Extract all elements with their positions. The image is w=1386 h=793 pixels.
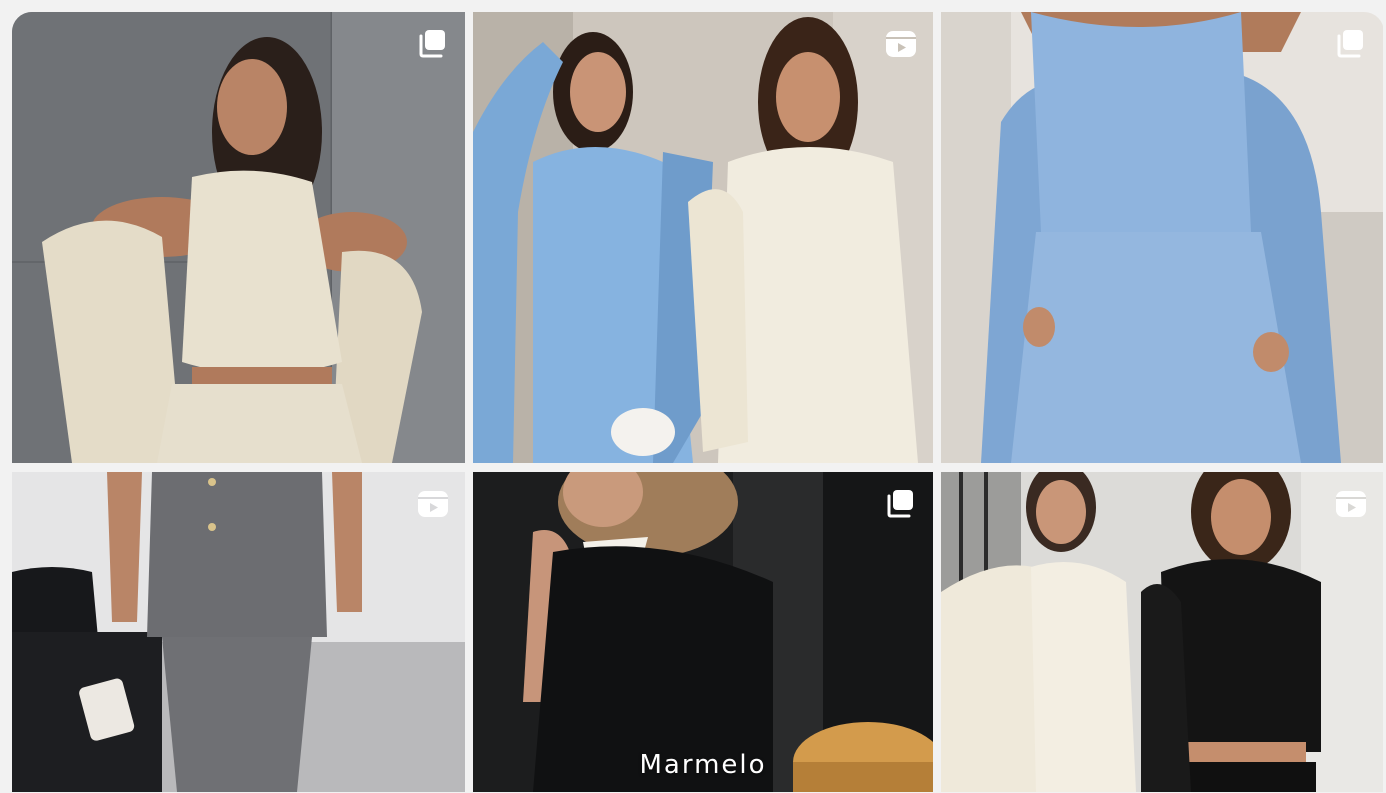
- post-tile-4[interactable]: [12, 472, 465, 792]
- carousel-icon: [415, 26, 451, 62]
- carousel-icon: [883, 486, 919, 522]
- reel-icon: [415, 486, 451, 522]
- post-image: [941, 472, 1383, 792]
- reel-icon: [883, 26, 919, 62]
- post-caption: Marmelo: [639, 750, 767, 780]
- post-image: [12, 12, 465, 463]
- carousel-icon: [1333, 26, 1369, 62]
- post-tile-5[interactable]: Marmelo: [473, 472, 933, 792]
- post-tile-2[interactable]: [473, 12, 933, 463]
- post-image: [941, 12, 1383, 463]
- post-tile-1[interactable]: [12, 12, 465, 463]
- post-image: [12, 472, 465, 792]
- post-tile-3[interactable]: [941, 12, 1383, 463]
- post-tile-6[interactable]: [941, 472, 1383, 792]
- reel-icon: [1333, 486, 1369, 522]
- post-grid: Marmelo: [12, 12, 1384, 793]
- post-image: [473, 472, 933, 792]
- post-image: [473, 12, 933, 463]
